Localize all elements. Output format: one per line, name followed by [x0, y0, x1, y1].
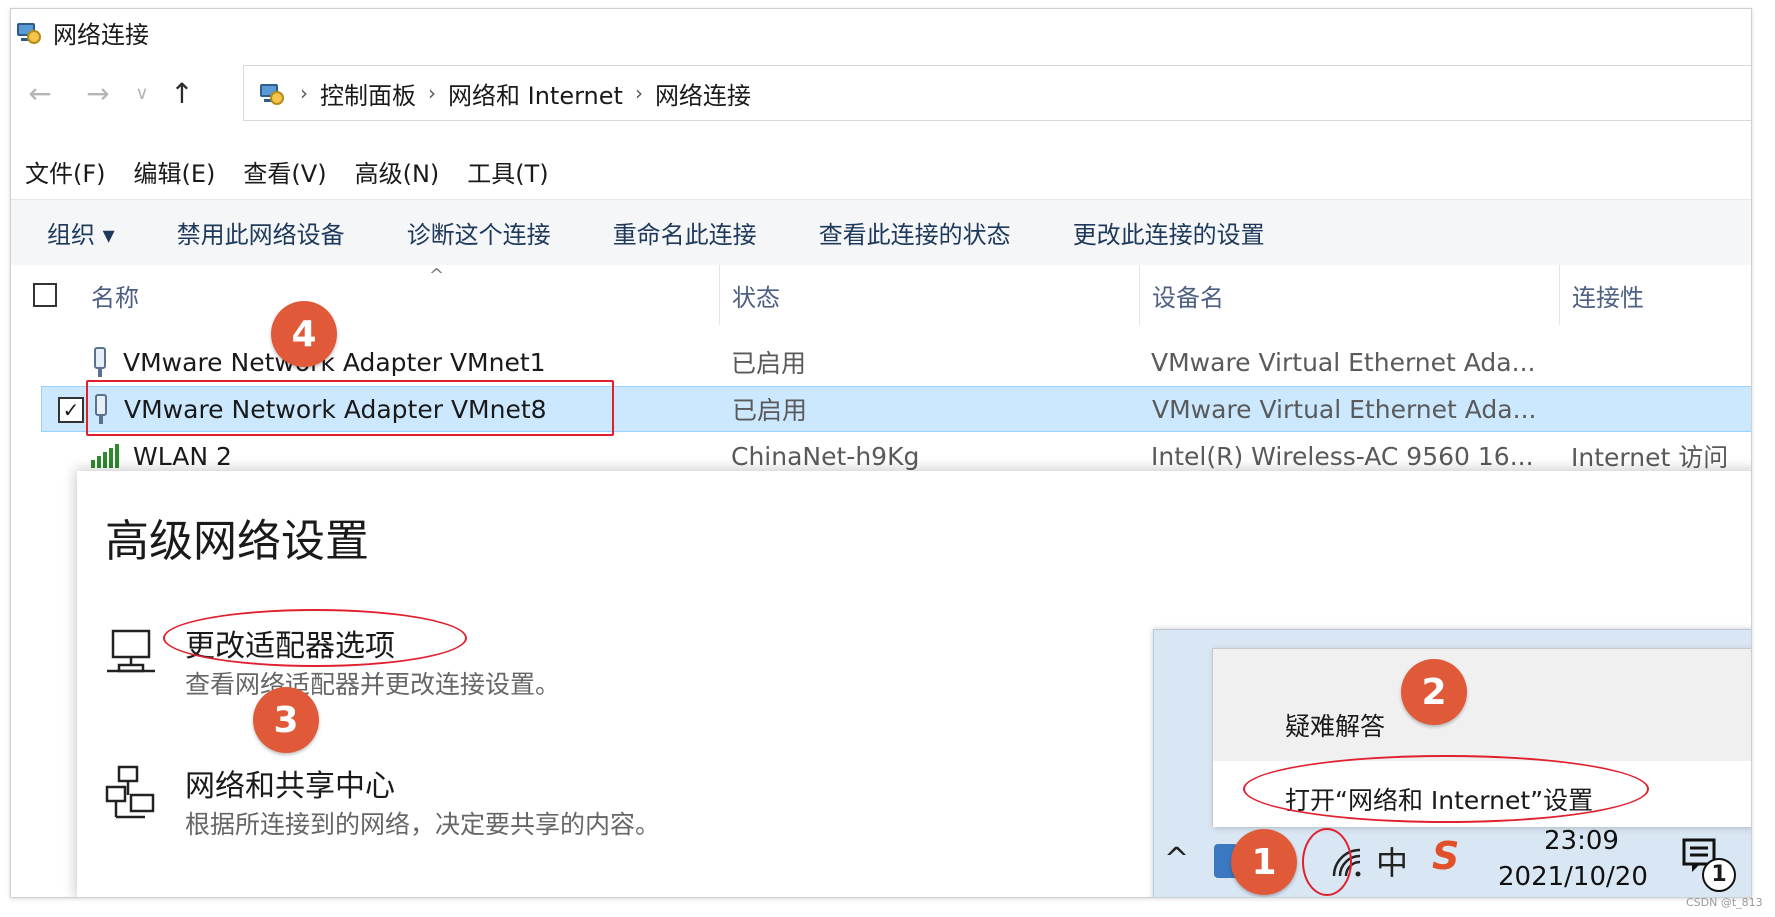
troubleshoot-menu-item[interactable]: 疑难解答	[1285, 707, 1385, 743]
menu-edit[interactable]: 编辑(E)	[134, 154, 216, 189]
step-marker-1: 1	[1231, 829, 1297, 895]
sort-ascending-icon: ^	[429, 265, 445, 286]
breadcrumb-separator-icon: ›	[300, 81, 308, 105]
back-arrow-icon[interactable]: ←	[11, 77, 69, 110]
address-row: ← → ∨ ↑ › 控制面板 › 网络和 Internet › 网络连接	[11, 65, 1751, 121]
menu-tools[interactable]: 工具(T)	[467, 154, 548, 189]
advanced-settings-heading: 高级网络设置	[105, 516, 369, 567]
diagnose-connection-button[interactable]: 诊断这个连接	[407, 215, 551, 250]
annotation-ellipse-settings	[1243, 755, 1649, 823]
column-header-name[interactable]: 名称 ^	[79, 265, 719, 325]
option-title: 网络和共享中心	[185, 769, 395, 804]
notification-count-badge: 1	[1702, 858, 1736, 892]
address-bar[interactable]: › 控制面板 › 网络和 Internet › 网络连接	[243, 65, 1751, 121]
connection-name: WLAN 2	[133, 441, 232, 471]
row-checkbox-checked[interactable]: ✓	[58, 397, 84, 423]
disable-device-button[interactable]: 禁用此网络设备	[177, 215, 345, 250]
input-method-indicator[interactable]: 中	[1376, 838, 1408, 884]
column-header-row: 名称 ^ 状态 设备名 连接性	[11, 265, 1751, 325]
address-location-icon	[258, 81, 286, 105]
column-header-device[interactable]: 设备名	[1139, 265, 1559, 325]
command-bar: 组织 ▾ 禁用此网络设备 诊断这个连接 重命名此连接 查看此连接的状态 更改此连…	[11, 199, 1751, 265]
column-header-connectivity[interactable]: 连接性	[1559, 265, 1751, 325]
select-all-checkbox[interactable]	[33, 283, 57, 307]
wifi-signal-icon	[91, 444, 125, 468]
menu-advanced[interactable]: 高级(N)	[355, 154, 440, 189]
breadcrumb-network-internet[interactable]: 网络和 Internet	[448, 76, 623, 111]
breadcrumb-control-panel[interactable]: 控制面板	[320, 76, 416, 111]
step-marker-3: 3	[253, 687, 319, 753]
up-arrow-icon[interactable]: ↑	[157, 77, 207, 110]
sogou-input-icon[interactable]: S	[1432, 834, 1459, 878]
menu-view[interactable]: 查看(V)	[243, 154, 326, 189]
change-settings-button[interactable]: 更改此连接的设置	[1073, 215, 1265, 250]
watermark: CSDN @t_813	[1686, 896, 1763, 909]
window-title: 网络连接	[53, 20, 149, 49]
option-description: 根据所连接到的网络，决定要共享的内容。	[185, 810, 661, 839]
network-adapter-icon	[91, 347, 109, 377]
option-description: 查看网络适配器并更改连接设置。	[185, 670, 561, 699]
step-marker-4: 4	[271, 301, 337, 367]
annotation-ellipse-adapter	[163, 609, 467, 667]
step-marker-2: 2	[1401, 659, 1467, 725]
monitor-icon	[107, 629, 155, 673]
connection-status: 已启用	[731, 349, 807, 378]
forward-arrow-icon[interactable]: →	[69, 77, 127, 110]
title-bar: 网络连接	[11, 9, 1751, 55]
screenshot-frame: 网络连接 ← → ∨ ↑ › 控制面板 › 网络和 Internet › 网络连…	[0, 0, 1775, 917]
network-context-menu: 疑难解答 打开“网络和 Internet”设置	[1212, 648, 1751, 827]
annotation-highlight-box	[86, 380, 614, 436]
taskbar-clock-time[interactable]: 23:09	[1544, 826, 1619, 856]
taskbar-clock-date[interactable]: 2021/10/20	[1498, 862, 1648, 892]
network-share-icon	[105, 765, 155, 819]
connection-name: VMware Network Adapter VMnet1	[123, 347, 546, 377]
breadcrumb-network-connections[interactable]: 网络连接	[655, 76, 751, 111]
connection-status: 已启用	[732, 396, 808, 425]
menu-file[interactable]: 文件(F)	[25, 154, 106, 189]
column-header-status[interactable]: 状态	[719, 265, 1139, 325]
recent-locations-chevron-icon[interactable]: ∨	[127, 83, 157, 104]
breadcrumb-separator-icon: ›	[428, 81, 436, 105]
organize-button[interactable]: 组织 ▾	[47, 215, 115, 250]
rename-connection-button[interactable]: 重命名此连接	[613, 215, 757, 250]
view-status-button[interactable]: 查看此连接的状态	[819, 215, 1011, 250]
connection-device: VMware Virtual Ethernet Ada...	[1152, 394, 1537, 424]
show-hidden-icons-chevron-icon[interactable]: ^	[1164, 842, 1189, 877]
connection-device: VMware Virtual Ethernet Ada...	[1151, 347, 1536, 377]
menu-bar: 文件(F) 编辑(E) 查看(V) 高级(N) 工具(T)	[11, 149, 577, 193]
annotation-ellipse-wifi	[1302, 828, 1352, 896]
network-connections-icon	[15, 20, 43, 44]
network-connections-window: 网络连接 ← → ∨ ↑ › 控制面板 › 网络和 Internet › 网络连…	[10, 8, 1752, 898]
breadcrumb-separator-icon: ›	[634, 81, 643, 105]
